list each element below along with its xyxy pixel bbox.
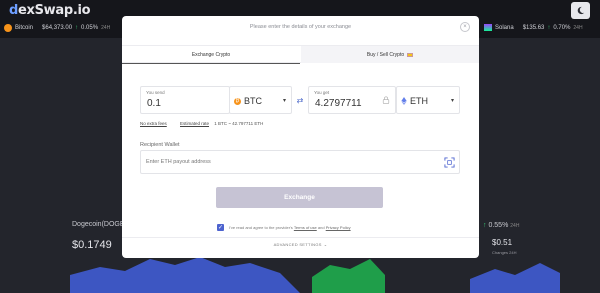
- background-charts: [70, 257, 560, 293]
- caret-down-icon: ▾: [451, 98, 455, 104]
- get-coin-label: ETH: [410, 96, 428, 106]
- agree-text: I've read and agree to the provider's Te…: [229, 225, 351, 230]
- modal-title: Please enter the details of your exchang…: [249, 24, 352, 30]
- tab-bar: Exchange Crypto Buy / Sell Crypto: [122, 45, 479, 64]
- privacy-policy-link[interactable]: Privacy Policy: [326, 225, 351, 230]
- recipient-wallet-field[interactable]: [140, 150, 460, 174]
- ticker-bitcoin[interactable]: Bitcoin $64,373.00 ↑ 0.05% 24H: [4, 24, 110, 32]
- terms-of-use-link[interactable]: Terms of use: [294, 225, 317, 230]
- estimated-rate-value: 1 BTC ~ 42.797711 ETH: [214, 121, 264, 126]
- tab-label: Buy / Sell Crypto: [366, 51, 405, 58]
- tab-exchange-crypto[interactable]: Exchange Crypto: [122, 46, 300, 64]
- check-icon: ✓: [217, 224, 224, 231]
- send-amount-field[interactable]: You send 0.1: [140, 86, 230, 114]
- ticker-period: 24H: [101, 25, 111, 31]
- app-logo[interactable]: dexSwap.io: [9, 3, 91, 18]
- tab-buy-sell-crypto[interactable]: Buy / Sell Crypto: [301, 46, 479, 63]
- wallet-address-input[interactable]: [146, 159, 426, 165]
- ticker-change: 0.05%: [81, 25, 99, 31]
- ticker-name: Solana: [495, 24, 514, 31]
- theme-toggle-button[interactable]: [571, 2, 590, 19]
- ticker-change: 0.70%: [553, 24, 571, 31]
- get-coin-select[interactable]: ETH ▾: [396, 86, 460, 114]
- bitcoin-icon: ₿: [234, 97, 241, 105]
- tab-label: Exchange Crypto: [191, 51, 231, 58]
- ticker-period: 24H: [573, 24, 583, 31]
- bitcoin-icon: [4, 24, 12, 32]
- coin-change: ↑ 0.55% 24H: [483, 222, 520, 229]
- moon-icon: [577, 6, 585, 15]
- coin-price: $0.51: [492, 238, 513, 247]
- chart-area-green: [312, 259, 385, 293]
- close-button[interactable]: ×: [460, 22, 470, 32]
- qr-scan-icon[interactable]: [444, 157, 455, 168]
- dogecoin-name: Dogecoin(DOGE): [72, 221, 127, 228]
- solana-icon: [484, 24, 492, 31]
- agree-checkbox[interactable]: ✓: [217, 224, 224, 231]
- ticker-price: $135.63: [522, 24, 545, 31]
- recipient-wallet-label: Recipient Wallet: [140, 142, 180, 148]
- send-coin-label: BTC: [244, 96, 262, 106]
- chart-area-doge: [70, 257, 300, 293]
- ethereum-icon: [401, 97, 407, 105]
- close-icon: ×: [463, 24, 467, 30]
- up-arrow-icon: ↑: [547, 24, 551, 31]
- terms-agreement: ✓ I've read and agree to the provider's …: [217, 224, 351, 231]
- active-tab-indicator: [122, 63, 300, 64]
- no-extra-fees-link[interactable]: No extra fees: [140, 121, 167, 126]
- send-coin-select[interactable]: ₿ BTC ▾: [229, 86, 292, 114]
- estimated-rate-link[interactable]: Estimated rate: [180, 121, 209, 126]
- lock-icon[interactable]: [382, 96, 390, 104]
- swap-icon[interactable]: ⇄: [295, 95, 305, 105]
- card-icon: [407, 52, 414, 57]
- send-amount-value[interactable]: 0.1: [147, 98, 161, 109]
- send-label: You send: [146, 90, 165, 95]
- estimated-rate: Estimated rate 1 BTC ~ 42.797711 ETH: [180, 121, 263, 126]
- chevron-down-icon: ⌄: [323, 242, 328, 247]
- dogecoin-price: $0.1749: [72, 239, 112, 251]
- get-amount-value: 4.2797711: [315, 98, 362, 109]
- advanced-settings-toggle[interactable]: ADVANCED SETTINGS ⌄: [122, 237, 479, 251]
- exchange-button[interactable]: Exchange: [216, 187, 383, 208]
- get-label: You get: [314, 90, 330, 95]
- ticker-solana[interactable]: Solana $135.63 ↑ 0.70% 24H: [484, 24, 583, 31]
- ticker-price: $64,373.00: [42, 25, 73, 31]
- up-arrow-icon: ↑: [75, 25, 79, 31]
- caret-down-icon: ▾: [283, 98, 287, 104]
- advanced-settings-label: ADVANCED SETTINGS: [273, 242, 322, 247]
- chart-area-right: [470, 263, 560, 293]
- ticker-name: Bitcoin: [15, 25, 34, 31]
- exchange-modal: Please enter the details of your exchang…: [122, 16, 479, 258]
